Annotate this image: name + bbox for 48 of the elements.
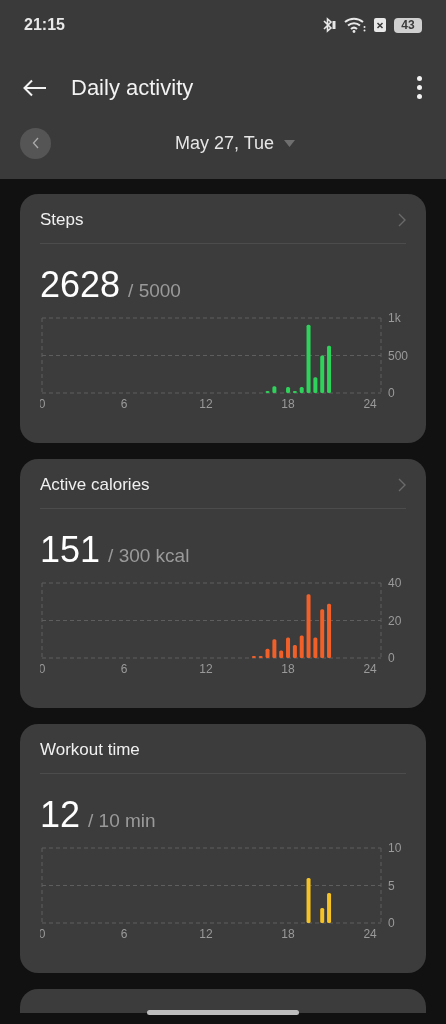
activity-card[interactable]: Active calories 151 / 300 kcal 0 20 40 0 6 12 18 24 — [20, 459, 426, 708]
x-tick-label: 6 — [120, 927, 128, 941]
sim-icon — [374, 18, 386, 32]
x-tick-label: 24 — [363, 662, 377, 676]
card-title: Workout time — [40, 739, 140, 762]
y-tick-label: 0 — [388, 651, 395, 665]
metric-value: 151 — [40, 528, 101, 572]
metric-value: 12 — [40, 793, 81, 837]
y-tick-label: 10 — [388, 841, 402, 855]
dropdown-caret-icon[interactable] — [284, 139, 296, 147]
goal-label: / 10 min — [88, 809, 156, 833]
y-tick-label: 0 — [388, 916, 395, 930]
y-tick-label: 40 — [388, 576, 402, 590]
y-tick-label: 5 — [388, 878, 395, 893]
x-tick-label: 24 — [363, 397, 377, 411]
card-title: Steps — [40, 209, 84, 232]
x-tick-label: 24 — [363, 927, 377, 941]
bluetooth-icon — [322, 17, 336, 33]
y-tick-label: 500 — [388, 348, 409, 363]
x-tick-label: 18 — [281, 397, 295, 411]
page-title: Daily activity — [71, 74, 194, 102]
chevron-right-icon[interactable] — [398, 478, 406, 492]
goal-label: / 5000 — [128, 279, 181, 303]
y-tick-label: 1k — [388, 311, 401, 325]
x-tick-label: 0 — [40, 662, 46, 676]
status-time: 21:15 — [24, 15, 65, 35]
chevron-left-icon[interactable] — [31, 137, 40, 149]
x-tick-label: 0 — [40, 397, 46, 411]
x-tick-label: 18 — [281, 662, 295, 676]
x-tick-label: 6 — [120, 397, 128, 411]
x-tick-label: 12 — [199, 397, 213, 411]
x-tick-label: 6 — [120, 662, 128, 676]
x-tick-label: 12 — [199, 662, 213, 676]
x-tick-label: 0 — [40, 927, 46, 941]
battery-indicator: 43 — [394, 17, 422, 33]
chevron-right-icon[interactable] — [398, 213, 406, 227]
y-tick-label: 0 — [388, 386, 395, 400]
previous-day-button[interactable] — [20, 127, 51, 159]
date-dropdown[interactable]: May 27, Tue — [175, 129, 296, 157]
x-tick-label: 12 — [199, 927, 213, 941]
y-tick-label: 20 — [388, 613, 402, 628]
goal-label: / 300 kcal — [108, 544, 190, 568]
activity-card[interactable]: Steps 2628 / 5000 0 500 1k 0 6 12 18 24 — [20, 194, 426, 443]
metric-value: 2628 — [40, 263, 121, 307]
wifi-icon — [344, 17, 366, 33]
activity-card[interactable]: Workout time 12 / 10 min 0 5 10 0 6 12 18 24 — [20, 724, 426, 973]
x-tick-label: 18 — [281, 927, 295, 941]
card-title: Active calories — [40, 474, 150, 497]
